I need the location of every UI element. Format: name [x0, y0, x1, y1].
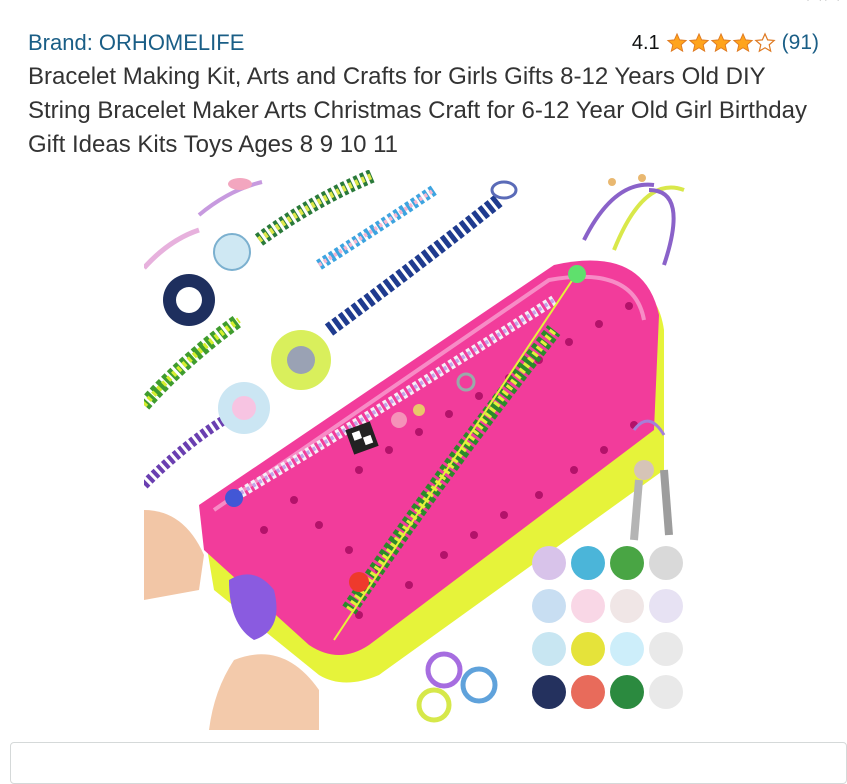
brand-link[interactable]: Brand: ORHOMELIFE [28, 30, 244, 56]
product-title: Bracelet Making Kit, Arts and Crafts for… [28, 63, 807, 158]
rating-value: 4.1 [631, 31, 660, 54]
next-section-box [10, 742, 847, 784]
star-full-icon [710, 32, 731, 53]
product-image[interactable] [144, 170, 700, 730]
cropped-top-fragment: ⌒ ⌒ [807, 0, 839, 12]
product-header: Brand: ORHOMELIFE 4.1 (91) [28, 28, 819, 58]
rating-stars [666, 32, 776, 54]
star-full-icon [732, 32, 753, 53]
rating-block[interactable]: 4.1 (91) [632, 31, 819, 55]
star-full-icon [688, 32, 709, 53]
star-empty-icon [754, 32, 776, 53]
review-count-link[interactable]: (91) [782, 31, 819, 55]
star-full-icon [666, 32, 687, 53]
product-photo-illustration [144, 170, 700, 730]
